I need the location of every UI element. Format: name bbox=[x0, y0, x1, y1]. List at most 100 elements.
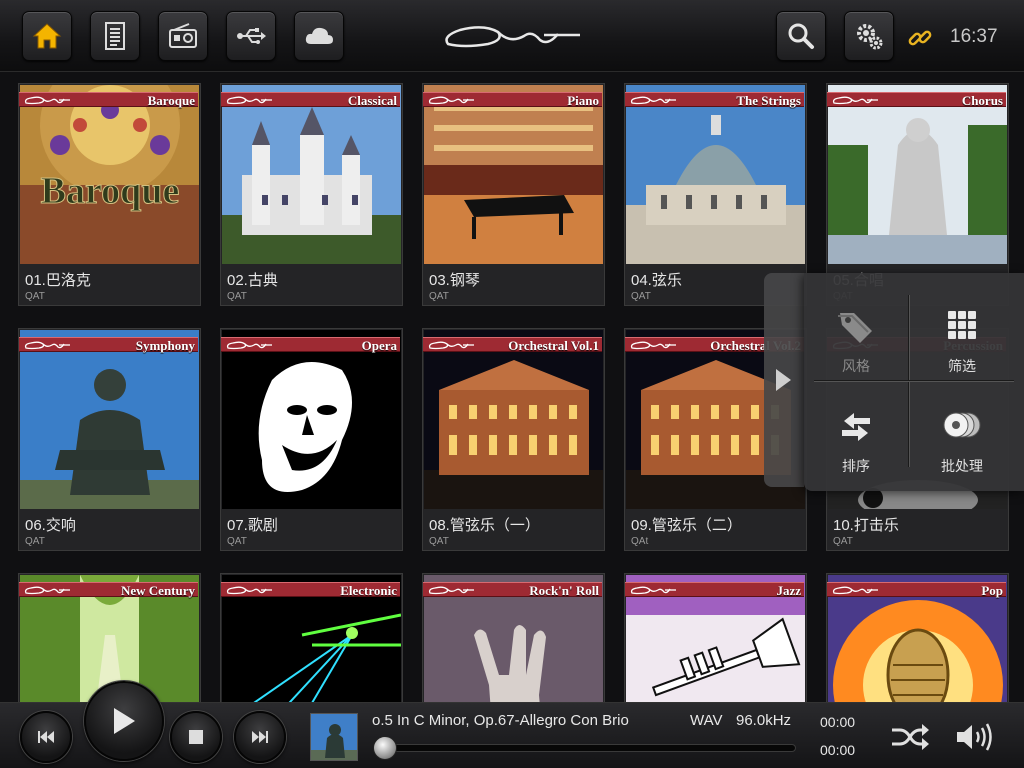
document-icon bbox=[105, 22, 125, 50]
brand-logo-small bbox=[832, 96, 878, 105]
album-tile[interactable]: Rock'n' Roll bbox=[422, 573, 605, 702]
album-title: 06.交响 bbox=[25, 517, 76, 534]
album-banner-text: Electronic bbox=[340, 583, 397, 598]
popup-label: 排序 bbox=[842, 458, 870, 474]
album-tile[interactable]: Piano 03.钢琴 QAT bbox=[422, 83, 605, 306]
genre-button[interactable]: 风格 bbox=[806, 291, 906, 381]
grid-icon bbox=[948, 311, 976, 339]
popup-label: 批处理 bbox=[941, 458, 983, 474]
album-cover bbox=[626, 85, 805, 264]
album-tile[interactable]: Opera 07.歌剧 QAT bbox=[220, 328, 403, 551]
album-title: 02.古典 bbox=[227, 272, 278, 289]
album-banner-text: New Century bbox=[120, 583, 195, 598]
popup-divider bbox=[908, 295, 909, 467]
album-subtitle: QAT bbox=[833, 536, 853, 547]
album-title: 10.打击乐 bbox=[833, 517, 899, 534]
album-cover bbox=[828, 85, 1007, 264]
popup-label: 风格 bbox=[842, 358, 870, 374]
album-banner-text: Chorus bbox=[961, 93, 1003, 108]
album-art-image bbox=[222, 85, 401, 264]
sort-button[interactable]: 排序 bbox=[806, 391, 906, 481]
album-tile[interactable]: Jazz bbox=[624, 573, 807, 702]
svg-text:Baroque: Baroque bbox=[41, 170, 180, 212]
chevron-right-icon[interactable] bbox=[772, 366, 794, 394]
batch-button[interactable]: 批处理 bbox=[912, 391, 1012, 481]
album-banner: Electronic bbox=[221, 582, 400, 598]
brand-logo-small bbox=[24, 586, 70, 595]
brand-logo-small bbox=[832, 586, 878, 595]
album-cover bbox=[20, 330, 199, 509]
cloud-button[interactable] bbox=[294, 11, 344, 61]
next-icon bbox=[252, 731, 268, 743]
elapsed-time: 00:00 bbox=[820, 714, 856, 730]
album-tile[interactable]: Electronic bbox=[220, 573, 403, 702]
progress-track[interactable] bbox=[376, 744, 796, 752]
search-button[interactable] bbox=[776, 11, 826, 61]
album-banner: Orchestral Vol.1 bbox=[423, 337, 602, 353]
album-banner: Rock'n' Roll bbox=[423, 582, 602, 598]
album-tile[interactable]: Orchestral Vol.1 08.管弦乐（一） QAT bbox=[422, 328, 605, 551]
album-tile[interactable]: Baroque Baroque 01.巴洛克 QAT bbox=[18, 83, 201, 306]
album-subtitle: QAT bbox=[429, 291, 449, 302]
album-banner: Jazz bbox=[625, 582, 804, 598]
total-time: 00:00 bbox=[820, 742, 856, 758]
album-banner-text: Rock'n' Roll bbox=[529, 583, 599, 598]
clock: 16:37 bbox=[950, 26, 998, 47]
album-banner: Symphony bbox=[19, 337, 198, 353]
previous-icon bbox=[38, 731, 54, 743]
cover-image bbox=[311, 714, 357, 760]
filter-popup: 风格 筛选 排序 批处理 bbox=[804, 273, 1024, 491]
album-banner-text: The Strings bbox=[736, 93, 801, 108]
brand-logo-small bbox=[226, 586, 272, 595]
radio-icon bbox=[169, 23, 197, 48]
album-title: 04.弦乐 bbox=[631, 272, 682, 289]
usb-icon bbox=[237, 28, 266, 44]
album-tile[interactable]: Symphony 06.交响 QAT bbox=[18, 328, 201, 551]
top-toolbar: 16:37 bbox=[0, 0, 1024, 72]
brand-logo-small bbox=[226, 341, 272, 350]
play-icon bbox=[114, 708, 135, 734]
album-banner: The Strings bbox=[625, 92, 804, 108]
home-button[interactable] bbox=[22, 11, 72, 61]
brand-logo-small bbox=[630, 96, 676, 105]
album-banner: Pop bbox=[827, 582, 1006, 598]
album-art-image bbox=[828, 85, 1007, 264]
brand-logo-small bbox=[630, 341, 676, 350]
audio-format: WAV bbox=[690, 712, 723, 729]
album-subtitle: QAT bbox=[631, 291, 651, 302]
album-banner-text: Jazz bbox=[776, 583, 801, 598]
stop-icon bbox=[189, 730, 203, 744]
gear-icon bbox=[857, 24, 883, 50]
volume-icon[interactable] bbox=[954, 721, 996, 753]
album-art-image bbox=[20, 330, 199, 509]
home-icon bbox=[32, 23, 62, 49]
play-button[interactable] bbox=[84, 681, 164, 761]
filter-button[interactable]: 筛选 bbox=[912, 291, 1012, 381]
album-tile[interactable]: Classical 02.古典 QAT bbox=[220, 83, 403, 306]
album-banner-text: Opera bbox=[361, 338, 397, 353]
album-banner-text: Classical bbox=[347, 93, 397, 108]
settings-button[interactable] bbox=[844, 11, 894, 61]
album-title: 07.歌剧 bbox=[227, 517, 278, 534]
album-subtitle: QAT bbox=[25, 536, 45, 547]
next-button[interactable] bbox=[234, 711, 286, 763]
progress-knob[interactable] bbox=[373, 736, 397, 760]
radio-button[interactable] bbox=[158, 11, 208, 61]
search-icon bbox=[788, 23, 814, 49]
sample-rate: 96.0kHz bbox=[736, 712, 792, 729]
link-icon[interactable] bbox=[906, 24, 934, 52]
stop-button[interactable] bbox=[170, 711, 222, 763]
brand-logo-small bbox=[428, 586, 474, 595]
shuffle-icon[interactable] bbox=[890, 722, 930, 752]
album-banner: New Century bbox=[19, 582, 198, 598]
album-art-image bbox=[424, 330, 603, 509]
album-banner: Baroque bbox=[19, 92, 198, 108]
usb-button[interactable] bbox=[226, 11, 276, 61]
playlist-button[interactable] bbox=[90, 11, 140, 61]
now-playing-cover[interactable] bbox=[310, 713, 358, 761]
previous-button[interactable] bbox=[20, 711, 72, 763]
album-art-image: Baroque bbox=[20, 85, 199, 264]
album-tile[interactable]: Pop bbox=[826, 573, 1009, 702]
brand-logo-small bbox=[428, 96, 474, 105]
album-art-image bbox=[424, 85, 603, 264]
